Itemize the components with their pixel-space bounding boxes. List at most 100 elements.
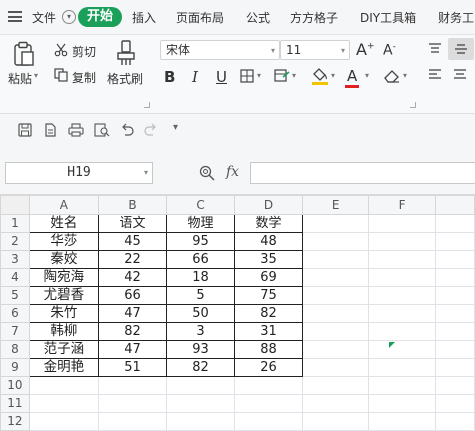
table-cell[interactable]: 陶宛海 <box>28 268 100 287</box>
table-cell[interactable] <box>434 412 475 431</box>
table-cell[interactable] <box>302 286 370 305</box>
table-cell[interactable] <box>302 358 370 377</box>
table-cell[interactable] <box>166 394 236 413</box>
table-cell[interactable] <box>234 376 304 395</box>
table-cell[interactable]: 华莎 <box>28 232 100 251</box>
insert-function-button[interactable]: fx <box>226 164 239 180</box>
table-cell[interactable]: 3 <box>166 322 236 341</box>
row-header[interactable]: 1 <box>0 214 30 233</box>
print-icon[interactable] <box>68 123 84 137</box>
table-cell[interactable]: 66 <box>166 250 236 269</box>
table-cell[interactable] <box>368 358 436 377</box>
save-icon[interactable] <box>18 123 32 137</box>
row-header[interactable]: 4 <box>0 268 30 287</box>
table-cell[interactable]: 语文 <box>98 214 168 233</box>
row-header[interactable]: 12 <box>0 412 30 431</box>
table-cell[interactable] <box>302 304 370 323</box>
table-cell[interactable]: 95 <box>166 232 236 251</box>
table-cell[interactable] <box>302 214 370 233</box>
scissors-icon[interactable] <box>54 43 68 57</box>
table-cell[interactable] <box>234 394 304 413</box>
tab-fangfang[interactable]: 方方格子 <box>290 9 338 26</box>
table-cell[interactable] <box>302 394 370 413</box>
copy-icon[interactable] <box>54 68 68 82</box>
cell-style-icon[interactable] <box>274 69 290 83</box>
table-cell[interactable]: 18 <box>166 268 236 287</box>
export-pdf-icon[interactable] <box>43 123 57 137</box>
table-cell[interactable]: 48 <box>234 232 304 251</box>
table-cell[interactable] <box>166 412 236 431</box>
table-cell[interactable]: 47 <box>98 340 168 359</box>
group-launcher-icon[interactable] <box>410 102 416 108</box>
column-header-g[interactable] <box>434 195 475 215</box>
table-cell[interactable] <box>302 340 370 359</box>
table-cell[interactable]: 42 <box>98 268 168 287</box>
group-launcher-icon[interactable] <box>144 102 150 108</box>
chevron-down-icon[interactable]: ▾ <box>62 10 76 24</box>
table-cell[interactable] <box>434 268 475 287</box>
table-cell[interactable] <box>302 412 370 431</box>
table-cell[interactable] <box>302 268 370 287</box>
decrease-font-button[interactable]: A- <box>383 42 396 59</box>
increase-font-button[interactable]: A+ <box>356 40 375 59</box>
customize-toolbar-icon[interactable]: ▾ <box>173 122 178 133</box>
table-cell[interactable] <box>368 322 436 341</box>
table-cell[interactable]: 47 <box>98 304 168 323</box>
bold-button[interactable]: B <box>164 67 175 87</box>
font-size-select[interactable]: 11 ▾ <box>280 40 350 60</box>
formula-input[interactable] <box>250 162 475 184</box>
chevron-down-icon[interactable]: ▾ <box>292 71 296 80</box>
table-cell[interactable] <box>368 394 436 413</box>
font-name-select[interactable]: 宋体 ▾ <box>160 40 280 60</box>
menu-icon[interactable] <box>8 11 22 22</box>
column-header-e[interactable]: E <box>302 195 370 215</box>
table-cell[interactable]: 45 <box>98 232 168 251</box>
table-cell[interactable]: 秦姣 <box>28 250 100 269</box>
zoom-search-icon[interactable] <box>199 165 215 181</box>
align-left-icon[interactable] <box>428 69 442 81</box>
table-cell[interactable] <box>98 394 168 413</box>
table-cell[interactable] <box>98 412 168 431</box>
table-cell[interactable] <box>28 376 100 395</box>
table-cell[interactable] <box>368 286 436 305</box>
table-cell[interactable] <box>434 304 475 323</box>
align-middle-button[interactable] <box>448 38 474 60</box>
table-cell[interactable] <box>434 250 475 269</box>
table-cell[interactable]: 82 <box>98 322 168 341</box>
table-cell[interactable] <box>302 232 370 251</box>
print-preview-icon[interactable] <box>94 123 110 137</box>
table-cell[interactable]: 22 <box>98 250 168 269</box>
table-cell[interactable]: 51 <box>98 358 168 377</box>
format-painter-icon[interactable] <box>114 39 138 67</box>
tab-home[interactable]: 开始 <box>78 7 122 27</box>
table-cell[interactable]: 尤碧香 <box>28 286 100 305</box>
table-cell[interactable] <box>368 304 436 323</box>
tab-insert[interactable]: 插入 <box>132 9 156 26</box>
eraser-icon[interactable] <box>383 68 401 84</box>
table-cell[interactable]: 数学 <box>234 214 304 233</box>
row-header[interactable]: 3 <box>0 250 30 269</box>
chevron-down-icon[interactable]: ▾ <box>403 71 407 80</box>
select-all-corner[interactable] <box>0 195 30 215</box>
table-cell[interactable]: 26 <box>234 358 304 377</box>
copy-button[interactable]: 复制 <box>72 69 96 86</box>
table-cell[interactable] <box>434 394 475 413</box>
table-cell[interactable]: 5 <box>166 286 236 305</box>
table-cell[interactable] <box>434 214 475 233</box>
cut-button[interactable]: 剪切 <box>72 43 96 60</box>
italic-button[interactable]: I <box>192 67 198 87</box>
table-cell[interactable] <box>434 286 475 305</box>
table-cell[interactable] <box>434 232 475 251</box>
table-cell[interactable]: 物理 <box>166 214 236 233</box>
table-cell[interactable]: 88 <box>234 340 304 359</box>
row-header[interactable]: 7 <box>0 322 30 341</box>
table-cell[interactable] <box>234 412 304 431</box>
underline-button[interactable]: U <box>216 67 227 87</box>
row-header[interactable]: 8 <box>0 340 30 359</box>
menu-file[interactable]: 文件 <box>32 9 56 26</box>
table-cell[interactable]: 50 <box>166 304 236 323</box>
table-cell[interactable] <box>98 376 168 395</box>
row-header[interactable]: 10 <box>0 376 30 395</box>
align-center-icon[interactable] <box>453 69 467 81</box>
column-header-d[interactable]: D <box>234 195 304 215</box>
